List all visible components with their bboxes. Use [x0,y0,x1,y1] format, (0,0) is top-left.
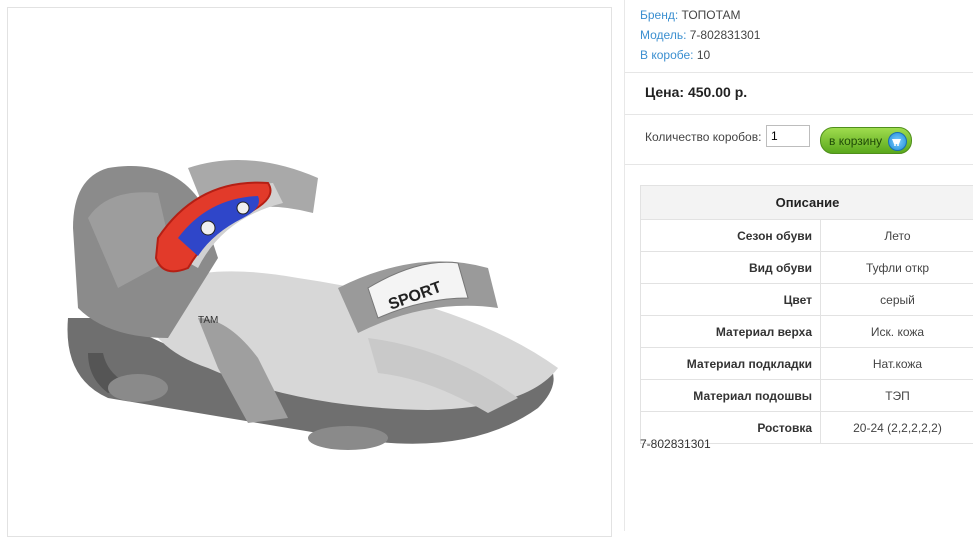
brand-label[interactable]: Бренд: [640,8,678,22]
description-table: Описание Сезон обувиЛето Вид обувиТуфли … [640,185,973,444]
table-row: Цветсерый [641,284,973,316]
attr-label: Материал верха [641,316,821,348]
table-row: Материал подошвыТЭП [641,380,973,412]
price: Цена: 450.00 р. [645,84,747,100]
add-to-cart-button[interactable]: в корзину [820,127,912,154]
attr-label: Цвет [641,284,821,316]
table-row: Сезон обувиЛето [641,220,973,252]
attr-value: 20-24 (2,2,2,2,2) [821,412,973,444]
svg-text:TAM: TAM [198,315,218,326]
attr-value: ТЭП [821,380,973,412]
model-label[interactable]: Модель: [640,28,686,42]
attr-value: Лето [821,220,973,252]
attr-label: Материал подкладки [641,348,821,380]
quantity-label: Количество коробов: [645,130,761,144]
attr-label: Вид обуви [641,252,821,284]
box-qty-label[interactable]: В коробе: [640,48,694,62]
column-divider [624,0,625,531]
attr-value: Нат.кожа [821,348,973,380]
box-qty-value: 10 [697,48,710,62]
add-to-cart-label: в корзину [829,134,882,148]
attr-value: серый [821,284,973,316]
table-row: Материал подкладкиНат.кожа [641,348,973,380]
attr-label: Материал подошвы [641,380,821,412]
attr-value: Иск. кожа [821,316,973,348]
attr-label: Сезон обуви [641,220,821,252]
divider [625,72,973,73]
cart-icon [888,132,907,151]
product-image[interactable]: SPORT TAM [7,7,612,537]
divider [625,164,973,165]
product-meta: Бренд: ТОПОТАМ Модель: 7-802831301 В кор… [640,5,760,65]
article-code: 7-802831301 [640,437,711,451]
quantity-input[interactable] [766,125,810,147]
table-row: Материал верхаИск. кожа [641,316,973,348]
divider [625,114,973,115]
model-value: 7-802831301 [690,28,761,42]
sandal-illustration: SPORT TAM [48,138,578,468]
attr-value: Туфли откр [821,252,973,284]
brand-value: ТОПОТАМ [682,8,741,22]
description-title: Описание [641,186,973,220]
table-row: Вид обувиТуфли откр [641,252,973,284]
